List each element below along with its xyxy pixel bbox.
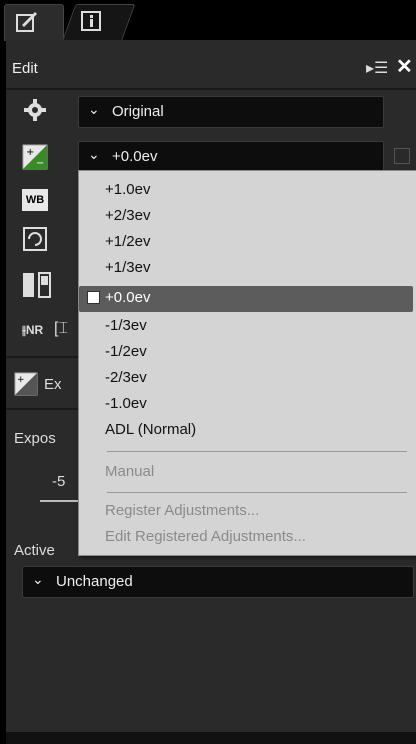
chevron-down-icon: ⌄ [88, 146, 100, 162]
menu-item[interactable]: +1/2ev [105, 233, 150, 250]
menu-item[interactable]: -2/3ev [105, 369, 147, 386]
panel-title: Edit [12, 60, 38, 77]
menu-item[interactable]: +2/3ev [105, 207, 150, 224]
info-icon [81, 11, 101, 31]
divider [6, 88, 416, 90]
brightness-icon[interactable] [22, 226, 48, 252]
exposure-label: Expos [14, 430, 56, 447]
menu-separator [107, 451, 407, 452]
menu-item[interactable]: ADL (Normal) [105, 421, 196, 438]
white-balance-icon[interactable]: WB [22, 189, 48, 211]
menu-item[interactable]: -1/3ev [105, 317, 147, 334]
menu-separator [107, 492, 407, 493]
chevron-down-icon: ⌄ [32, 571, 44, 587]
bottom-bar [6, 732, 416, 744]
noise-reduction-icon[interactable]: ⫲NR [22, 323, 43, 338]
crop-icon[interactable]: [⌶ [54, 320, 68, 338]
exposure-compensation-icon: + − [22, 144, 48, 170]
menu-item-register: Register Adjustments... [105, 502, 260, 519]
svg-text:+: + [26, 147, 34, 158]
active-label: Active [14, 542, 55, 559]
pencil-square-icon [16, 12, 37, 32]
section-title: Ex [44, 376, 62, 393]
active-value: Unchanged [56, 573, 133, 590]
levels-curves-icon[interactable] [22, 270, 52, 300]
menu-item[interactable]: -1.0ev [105, 395, 147, 412]
gear-icon [24, 99, 46, 121]
menu-item[interactable]: +1.0ev [105, 181, 150, 198]
picture-control-value: Original [112, 103, 164, 120]
selected-check-icon [87, 291, 100, 304]
exposure-value: +0.0ev [112, 148, 158, 165]
menu-item[interactable]: -1/2ev [105, 343, 147, 360]
panel-menu-icon[interactable]: ▸☰ [366, 58, 388, 78]
slider-min-label: -5 [52, 473, 66, 490]
exposure-checkbox[interactable] [394, 148, 410, 164]
svg-text:+: + [17, 375, 25, 385]
menu-item-manual: Manual [105, 463, 155, 480]
close-icon[interactable]: ✕ [396, 54, 413, 79]
menu-item[interactable]: +1/3ev [105, 259, 150, 276]
exposure-dropdown-menu: +1.0ev +2/3ev +1/2ev +1/3ev +0.0ev -1/3e… [78, 170, 416, 556]
menu-item-selected[interactable]: +0.0ev [105, 289, 150, 306]
svg-text:−: − [36, 158, 44, 169]
exposure-section-icon: + [14, 372, 38, 396]
chevron-down-icon: ⌄ [88, 101, 100, 117]
menu-item-edit-registered: Edit Registered Adjustments... [105, 528, 306, 545]
